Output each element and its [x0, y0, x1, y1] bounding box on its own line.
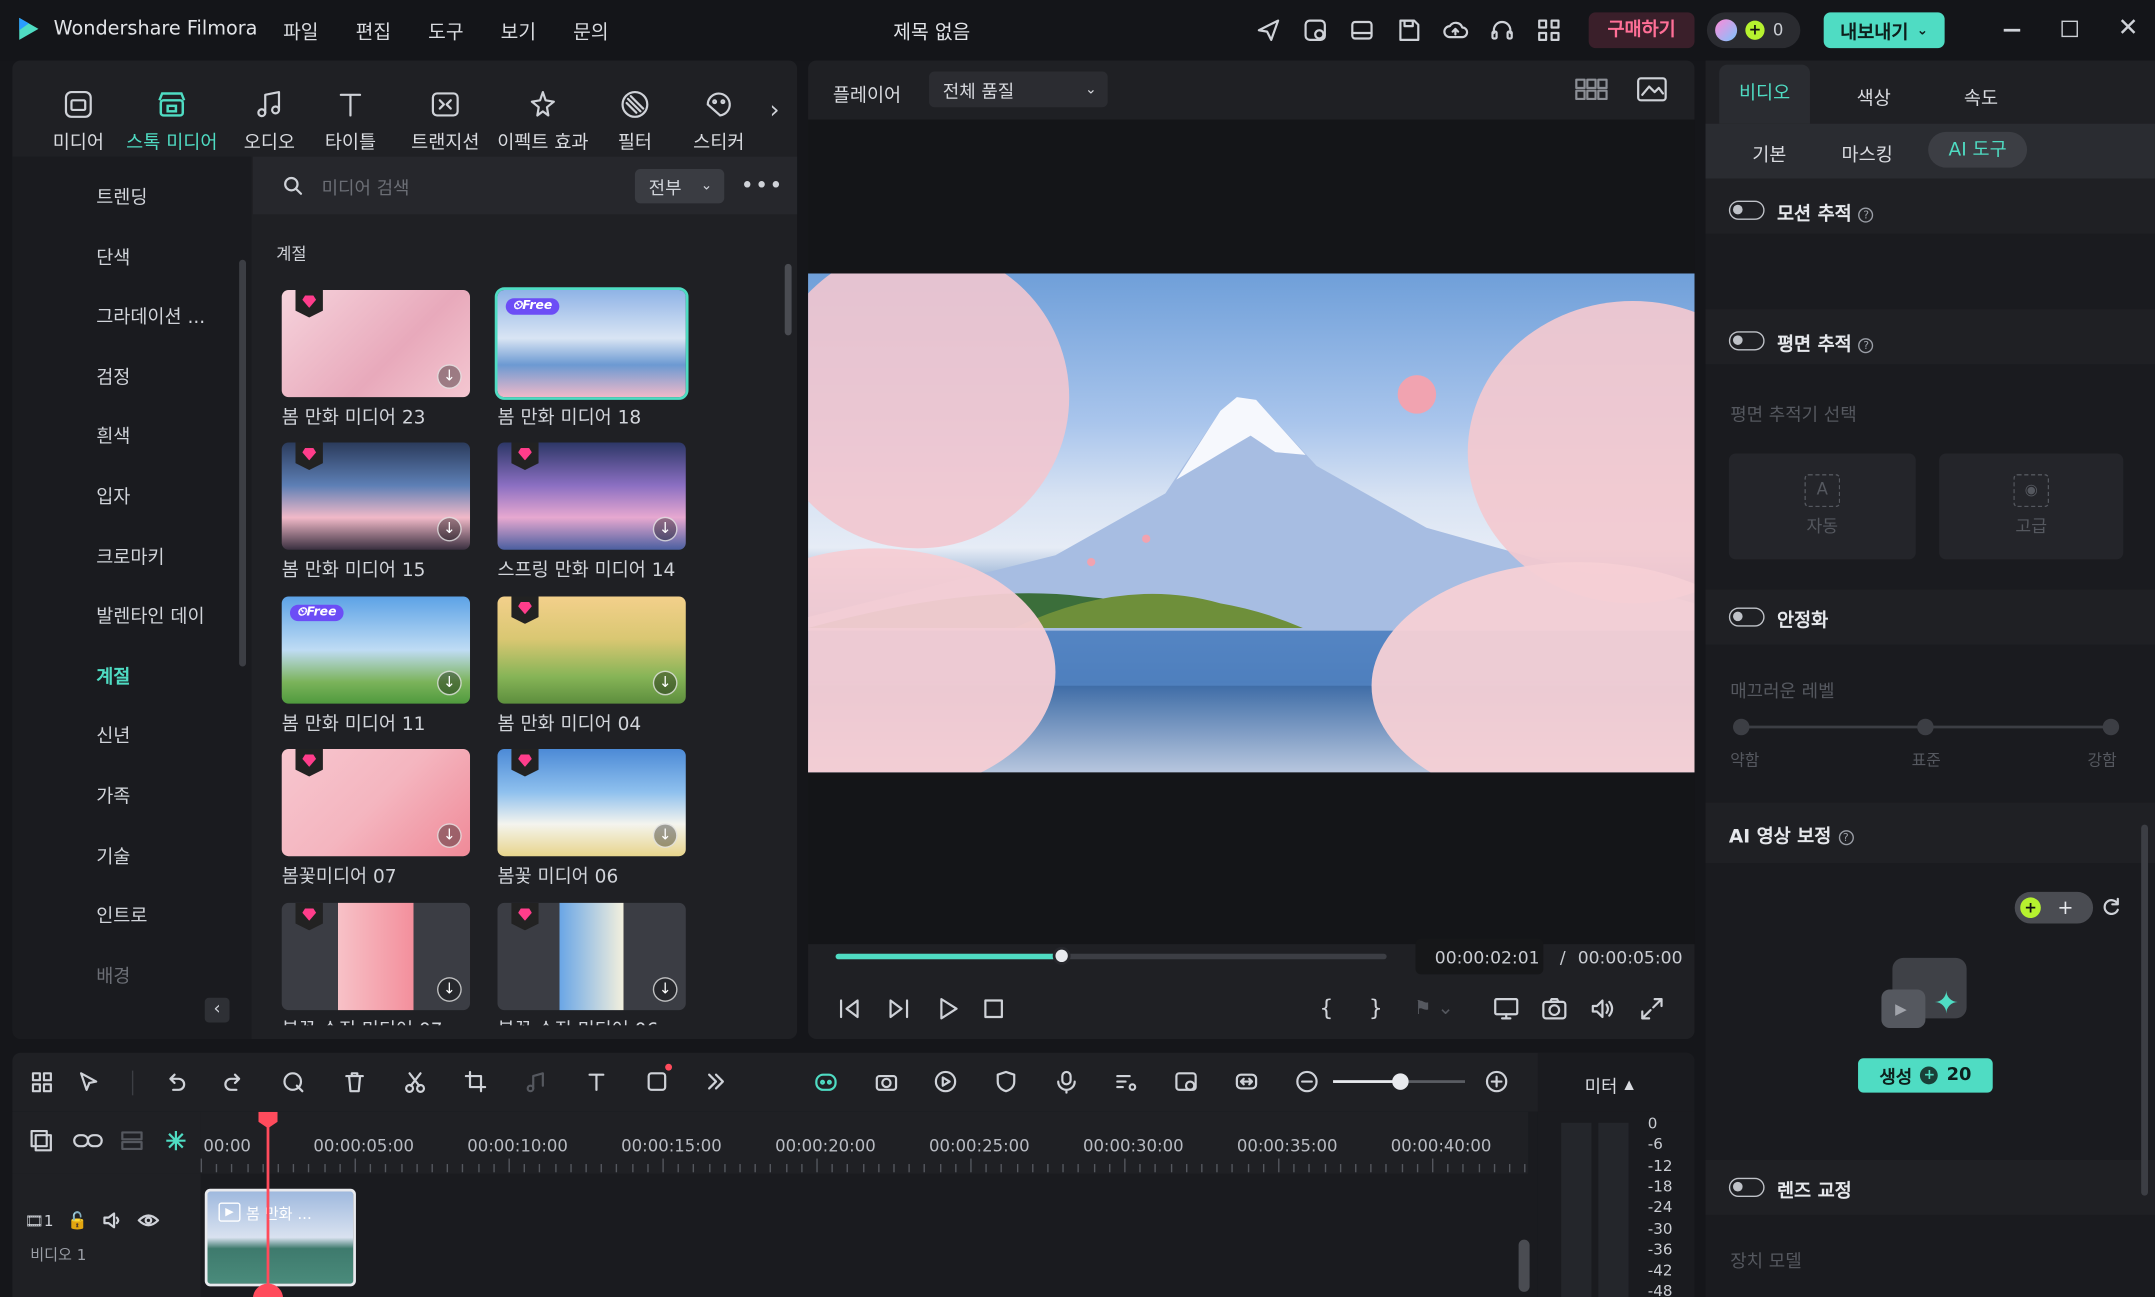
- meter-scale-label: 0: [1647, 1114, 1658, 1133]
- subtab-ai-tools[interactable]: AI 도구: [1928, 131, 2028, 168]
- credit-coin-icon: +: [2020, 897, 2041, 919]
- meter-scale-label: -18: [1647, 1177, 1673, 1196]
- credit-count: 0: [1772, 20, 1784, 40]
- advanced-track-button: ◉ 고급: [1939, 453, 2124, 560]
- meter-scale-label: -6: [1647, 1135, 1663, 1154]
- meter-scale-label: -30: [1647, 1219, 1673, 1238]
- meter-scale-label: -36: [1647, 1240, 1673, 1259]
- help-icon: ?: [1858, 338, 1874, 354]
- advanced-track-icon: ◉: [2013, 474, 2050, 508]
- export-label: 내보내기: [1840, 21, 1909, 44]
- export-button[interactable]: 내보내기 ⌄: [1823, 12, 1945, 49]
- subtab-masking[interactable]: 마스킹: [1842, 139, 1893, 166]
- generate-cost: 20: [1946, 1065, 1972, 1086]
- close-icon[interactable]: ✕: [2118, 14, 2139, 43]
- slider-stop: [2102, 718, 2120, 736]
- generate-button[interactable]: 생성 + 20: [1858, 1058, 1993, 1093]
- motion-tracking-section: [1705, 178, 2155, 234]
- planar-tracking-label: 평면 추적?: [1777, 328, 1874, 356]
- tab-color[interactable]: 색상: [1857, 82, 1891, 110]
- tab-speed[interactable]: 속도: [1964, 82, 1998, 110]
- planar-select-label: 평면 추적기 선택: [1730, 405, 1857, 427]
- motion-tracking-label: 모션 추적?: [1777, 198, 1874, 225]
- meter-scale-label: -48: [1647, 1282, 1673, 1297]
- lens-correction-label: 렌즈 교정: [1776, 1180, 1852, 1203]
- generate-label: 생성: [1879, 1067, 1913, 1089]
- credit-coin-icon: +: [1920, 1066, 1939, 1085]
- auto-track-button: A 자동: [1728, 453, 1916, 560]
- chevron-down-icon: ⌄: [1916, 22, 1929, 38]
- planar-tracking-section: [1705, 309, 2155, 365]
- subtab-basic[interactable]: 기본: [1752, 139, 1786, 166]
- lens-correction-toggle[interactable]: [1728, 1177, 1765, 1198]
- ai-enhance-illustration-icon: ▶ ✦: [1881, 954, 1969, 1036]
- add-credits-icon: +: [2057, 896, 2074, 919]
- refresh-icon[interactable]: [2100, 896, 2122, 918]
- lens-correction-section: [1705, 1159, 2155, 1215]
- stabilization-toggle[interactable]: [1728, 607, 1765, 627]
- credit-coin-icon: +: [1745, 20, 1765, 40]
- slider-stop: [1732, 718, 1750, 736]
- help-icon: ?: [1858, 207, 1874, 223]
- level-strong: 강함: [2087, 750, 2117, 770]
- ai-enhance-label: AI 영상 보정?: [1729, 820, 1854, 848]
- motion-tracking-toggle[interactable]: [1728, 200, 1765, 220]
- level-weak: 약함: [1730, 750, 1760, 770]
- avatar: [1715, 19, 1738, 42]
- properties-scrollbar[interactable]: [2141, 824, 2149, 1196]
- restore-icon[interactable]: [2061, 20, 2078, 38]
- meter-scale: 0 -6 -12 -18 -24 -30 -36 -42 -48: [0, 0, 1704, 1297]
- credit-pill[interactable]: + +: [2014, 891, 2094, 924]
- smooth-level-label: 매끄러운 레벨: [1730, 681, 1835, 703]
- credits-badge[interactable]: + 0: [1706, 12, 1801, 49]
- slider-stop: [1917, 718, 1934, 736]
- minimize-icon[interactable]: [2003, 28, 2021, 31]
- stabilization-section: [1705, 589, 2155, 645]
- meter-scale-label: -42: [1647, 1261, 1673, 1280]
- planar-tracking-toggle[interactable]: [1728, 331, 1765, 351]
- device-model-label: 장치 모델: [1730, 1251, 1802, 1273]
- stabilization-label: 안정화: [1776, 610, 1829, 633]
- tab-video[interactable]: 비디오: [1719, 64, 1810, 124]
- level-standard: 표준: [1911, 750, 1941, 770]
- meter-scale-label: -12: [1647, 1156, 1673, 1175]
- auto-track-icon: A: [1804, 474, 1841, 508]
- meter-scale-label: -24: [1647, 1198, 1673, 1217]
- properties-panel: 비디오 색상 속도 기본 마스킹 AI 도구 모션 추적? 평면 추적? 평면 …: [1705, 60, 2155, 1297]
- help-icon: ?: [1838, 830, 1854, 846]
